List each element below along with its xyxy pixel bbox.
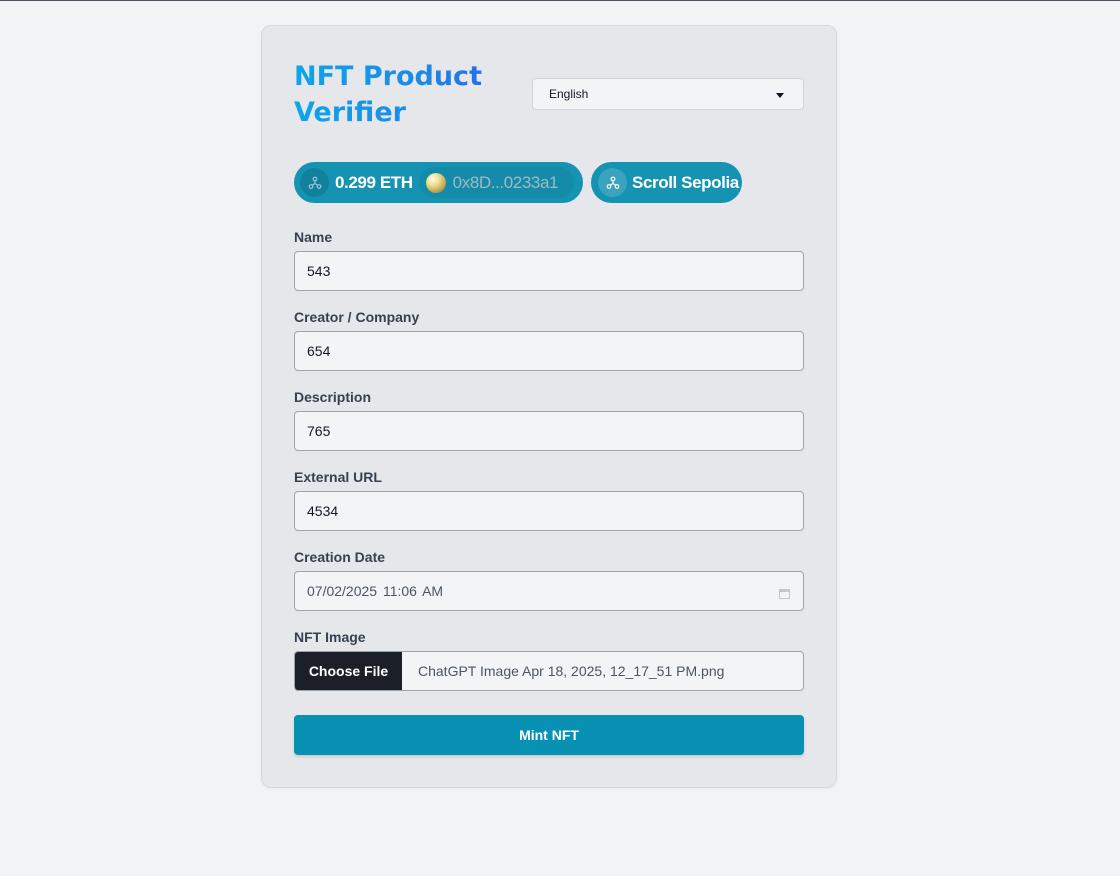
name-input-value: 543	[307, 263, 331, 279]
network-nodes-icon	[300, 168, 329, 197]
choose-file-button[interactable]: Choose File	[295, 652, 402, 690]
page-title-line-2: Verifier	[294, 97, 406, 128]
creator-input-value: 654	[307, 343, 331, 359]
caret-down-icon	[776, 93, 784, 98]
language-select[interactable]: English	[532, 78, 804, 110]
window-top-border	[0, 0, 1120, 1]
calendar-icon[interactable]	[779, 586, 790, 602]
name-label: Name	[294, 229, 333, 245]
nft-image-label: NFT Image	[294, 629, 366, 645]
description-label: Description	[294, 389, 372, 405]
external-url-label: External URL	[294, 469, 382, 485]
network-switch-button[interactable]: Scroll Sepolia	[591, 162, 742, 203]
creation-date-label: Creation Date	[294, 549, 386, 565]
selected-file-name: ChatGPT Image Apr 18, 2025, 12_17_51 PM.…	[418, 663, 725, 679]
wallet-avatar-icon	[425, 172, 446, 193]
creation-date-input[interactable]: 07/02/2025 11:06 AM	[294, 571, 804, 611]
page-title-line-1: NFT Product	[294, 61, 482, 92]
nft-form-card: NFT Product Verifier English 0.299 ETH 0…	[261, 25, 837, 788]
description-input[interactable]: 765	[294, 411, 804, 451]
external-url-input[interactable]: 4534	[294, 491, 804, 531]
network-nodes-icon	[598, 168, 627, 197]
description-input-value: 765	[307, 423, 331, 439]
mint-nft-button[interactable]: Mint NFT	[294, 715, 804, 755]
language-selected-value: English	[549, 87, 589, 101]
creation-date-value: 07/02/2025 11:06 AM	[307, 583, 444, 599]
wallet-address: 0x8D...0233a1	[452, 172, 559, 192]
creator-label: Creator / Company	[294, 309, 420, 325]
external-url-input-value: 4534	[307, 503, 339, 519]
creator-input[interactable]: 654	[294, 331, 804, 371]
nft-image-file-input[interactable]: Choose File ChatGPT Image Apr 18, 2025, …	[294, 651, 804, 691]
network-name: Scroll Sepolia	[632, 172, 739, 192]
wallet-balance: 0.299 ETH	[335, 172, 413, 192]
wallet-address-chip[interactable]: 0x8D...0233a1	[418, 167, 574, 198]
wallet-account-button[interactable]: 0.299 ETH 0x8D...0233a1	[294, 162, 583, 203]
page-title: NFT Product Verifier	[294, 59, 514, 131]
name-input[interactable]: 543	[294, 251, 804, 291]
